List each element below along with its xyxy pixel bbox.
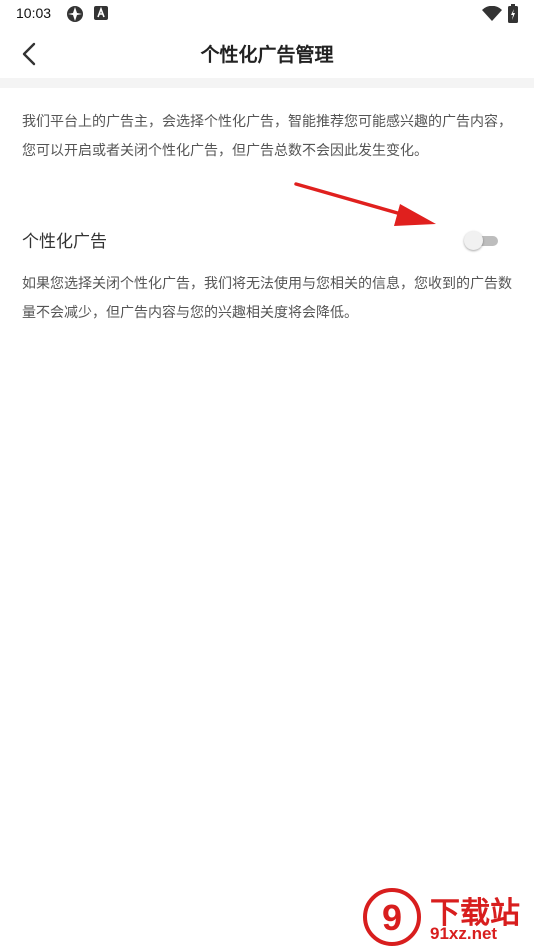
- section-divider: [0, 78, 534, 88]
- status-time: 10:03: [16, 5, 52, 21]
- wifi-icon: [482, 5, 502, 26]
- battery-icon: [508, 4, 518, 27]
- page-title: 个性化广告管理: [200, 44, 334, 66]
- watermark-logo-icon: 9: [360, 888, 424, 950]
- personalized-ads-toggle[interactable]: [464, 231, 500, 250]
- note-description: 如果您选择关闭个性化广告，我们将无法使用与您相关的信息，您收到的广告数量不会减少…: [22, 276, 512, 321]
- setting-label: 个性化广告: [22, 232, 107, 252]
- toggle-thumb: [464, 231, 483, 250]
- app-notification-icon: [66, 5, 84, 27]
- arrow-annotation: [290, 178, 440, 230]
- status-bar: 10:03: [0, 0, 534, 28]
- intro-description: 我们平台上的广告主，会选择个性化广告，智能推荐您可能感兴趣的广告内容，您可以开启…: [22, 114, 512, 159]
- svg-text:9: 9: [382, 897, 402, 938]
- watermark: 9 下载站 91xz.net: [360, 888, 530, 946]
- watermark-url: 91xz.net: [430, 924, 498, 943]
- app-bar: 个性化广告管理: [0, 28, 534, 78]
- a-notification-icon: [94, 5, 108, 25]
